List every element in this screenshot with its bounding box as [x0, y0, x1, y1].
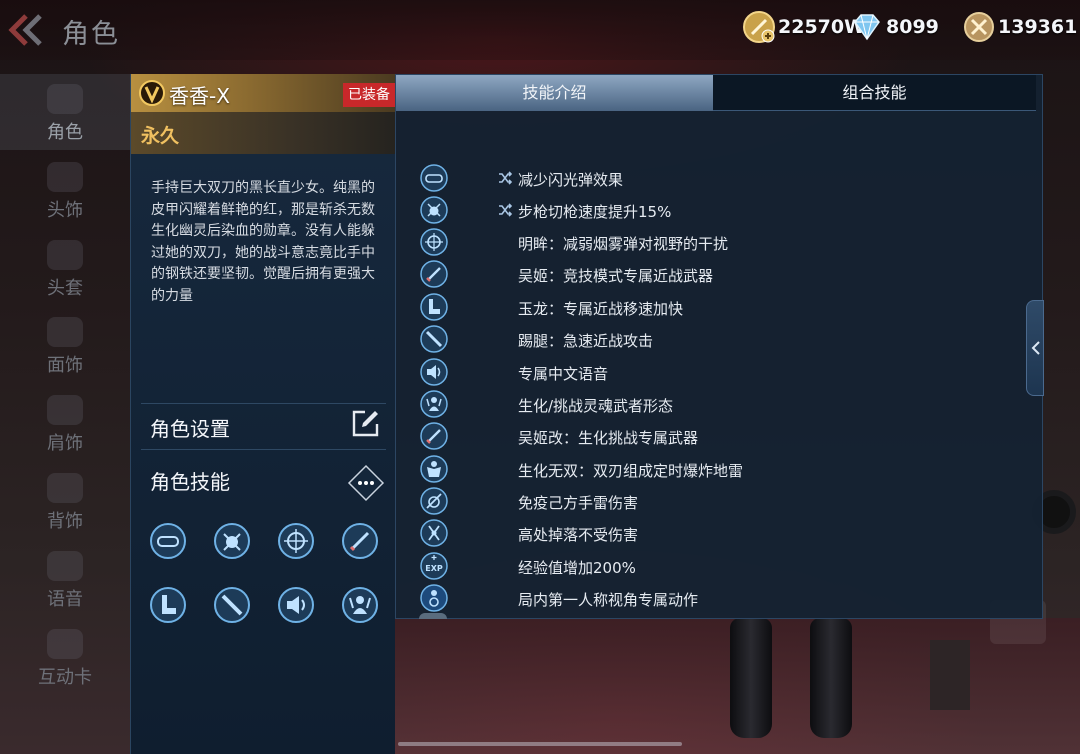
blade-icon[interactable]	[341, 522, 379, 560]
shuffle-icon	[499, 203, 513, 217]
boot-icon[interactable]	[149, 586, 187, 624]
more-icon[interactable]	[347, 464, 385, 502]
nav-item-shoulder[interactable]: 肩饰	[0, 385, 130, 461]
blade-icon	[420, 260, 448, 288]
headwear-icon	[47, 162, 83, 192]
backpack-icon	[47, 473, 83, 503]
list-item: 专属中文语音	[396, 357, 1016, 389]
card-icon	[47, 629, 83, 659]
diamond-currency[interactable]: 8099	[850, 10, 939, 44]
page-title: 角色	[62, 19, 120, 50]
diamond-icon	[854, 14, 880, 41]
shuffle-icon	[499, 171, 513, 185]
coupon-icon	[964, 12, 994, 42]
character-name: 香香-X	[169, 84, 230, 108]
crosshair-icon[interactable]	[277, 522, 315, 560]
exp-icon: EXP	[420, 552, 448, 580]
character-info-panel: 香香-X 已装备 永久 手持巨大双刀的黑长直少女。纯黑的皮甲闪耀着鲜艳的红，那是…	[130, 74, 403, 754]
voice-icon	[47, 551, 83, 581]
tab-combo-skills[interactable]: 组合技能	[713, 75, 1036, 111]
list-item: 吴姬改：生化挑战专属武器	[396, 421, 1016, 453]
soul-icon[interactable]	[341, 586, 379, 624]
list-item: 免疫己方手雷伤害	[396, 486, 1016, 518]
list-item: 局内第一人称视角专属动作	[396, 583, 1016, 615]
list-item: 步枪切枪速度提升15%	[396, 195, 1016, 227]
character-description: 手持巨大双刀的黑长直少女。纯黑的皮甲闪耀着鲜艳的红，那是斩杀无数生化幽灵后染血的…	[151, 180, 375, 304]
coupon-currency[interactable]: 139361	[962, 10, 1077, 44]
duration-bar: 永久	[131, 112, 396, 154]
list-item: 高处掉落不受伤害	[396, 518, 1016, 550]
list-item: 踢腿：急速近战攻击	[396, 324, 1016, 356]
chevron-left-icon	[1031, 341, 1040, 355]
gold-icon	[743, 11, 775, 43]
nav-item-voice[interactable]: 语音	[0, 541, 130, 617]
edit-icon[interactable]	[351, 408, 381, 438]
skill-icon-grid	[149, 518, 389, 638]
back-icon[interactable]	[4, 12, 46, 48]
boot-icon	[420, 293, 448, 321]
skill-panel: 技能介绍 组合技能 减少闪光弹效果 步枪切枪速度提升15% 明眸：减弱烟雾弹对视…	[395, 74, 1043, 619]
blade-icon	[420, 422, 448, 450]
list-item: EXP 经验值增加200%	[396, 551, 1016, 583]
coupon-value: 139361	[998, 16, 1078, 38]
list-item: 明眸：减弱烟雾弹对视野的干扰	[396, 227, 1016, 259]
category-nav: 角色 头饰 头套 面饰 肩饰 背饰 语音 互动卡	[0, 74, 130, 754]
speaker-icon[interactable]	[277, 586, 315, 624]
divider	[141, 403, 386, 404]
bug-icon	[420, 196, 448, 224]
nav-item-character[interactable]: 角色	[0, 74, 130, 150]
mask-icon	[47, 317, 83, 347]
horizontal-scrollbar[interactable]	[398, 742, 682, 746]
bug-icon[interactable]	[213, 522, 251, 560]
nav-item-headwear[interactable]: 头饰	[0, 152, 130, 228]
speaker-icon	[420, 358, 448, 386]
soul-icon	[420, 390, 448, 418]
grenade-icon	[420, 487, 448, 515]
list-item: 减少闪光弹效果	[396, 163, 1016, 195]
divider	[141, 449, 386, 450]
nav-item-back[interactable]: 背饰	[0, 463, 130, 539]
knife-icon[interactable]	[213, 586, 251, 624]
scene-prop	[930, 640, 970, 710]
shoulder-icon	[47, 395, 83, 425]
warrior-icon	[420, 455, 448, 483]
goggles-icon	[420, 164, 448, 192]
equipped-badge: 已装备	[343, 83, 403, 107]
gold-currency[interactable]: 22570W	[742, 10, 865, 44]
list-item: 生化无双：双刃组成定时爆炸地雷	[396, 454, 1016, 486]
partial-skill-icon	[419, 613, 447, 619]
nav-item-face[interactable]: 面饰	[0, 307, 130, 383]
svg-text:EXP: EXP	[425, 564, 443, 573]
list-item: 吴姬：竞技模式专属近战武器	[396, 259, 1016, 291]
character-skills-label: 角色技能	[150, 470, 230, 494]
nav-item-hood[interactable]: 头套	[0, 230, 130, 306]
diamond-value: 8099	[886, 16, 939, 38]
duration-label: 永久	[141, 125, 180, 147]
list-item: 玉龙：专属近战移速加快	[396, 292, 1016, 324]
vip-icon	[139, 80, 165, 106]
character-model	[720, 618, 880, 754]
tab-skill-intro[interactable]: 技能介绍	[396, 75, 713, 111]
list-item: 生化/挑战灵魂武者形态	[396, 389, 1016, 421]
hood-icon	[47, 240, 83, 270]
name-bar: 香香-X 已装备	[131, 74, 403, 112]
fall-icon	[420, 519, 448, 547]
nav-item-card[interactable]: 互动卡	[0, 619, 130, 695]
goggles-icon[interactable]	[149, 522, 187, 560]
expand-panel-button[interactable]	[1026, 300, 1044, 396]
character-icon	[47, 84, 83, 114]
top-bar: 角色 22570W 8099 139361	[0, 0, 1080, 60]
firstperson-icon	[420, 584, 448, 612]
knife-icon	[420, 325, 448, 353]
character-settings-label[interactable]: 角色设置	[150, 413, 230, 442]
crosshair-icon	[420, 228, 448, 256]
